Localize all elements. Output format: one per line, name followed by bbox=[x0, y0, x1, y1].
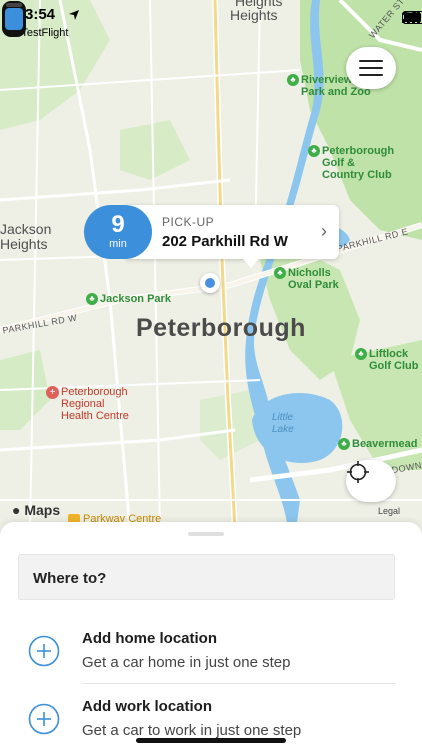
map-view[interactable]: Heights Heights Jackson Heights ♣ Rivervi… bbox=[0, 0, 422, 530]
park-icon: ♣ bbox=[338, 438, 350, 451]
pickup-card[interactable]: PICK-UP 202 Parkhill Rd W › bbox=[124, 205, 339, 268]
add-home-location-row[interactable]: Add home location Get a car home in just… bbox=[0, 620, 422, 684]
sheet-grabber[interactable] bbox=[188, 532, 224, 536]
park-icon: ♣ bbox=[355, 348, 367, 361]
map-poi-beavermead[interactable]: ♣ Beavermead bbox=[338, 438, 418, 451]
add-home-title: Add home location bbox=[82, 630, 217, 647]
battery-icon bbox=[402, 11, 422, 24]
map-poi-nicholls[interactable]: ♣ Nicholls Oval Park bbox=[274, 267, 339, 291]
map-poi-nicholls-label: Nicholls Oval Park bbox=[288, 267, 339, 291]
map-poi-beavermead-label: Beavermead bbox=[352, 438, 418, 450]
add-circle-icon bbox=[28, 703, 60, 735]
chevron-right-icon: › bbox=[321, 221, 327, 241]
map-poi-jackson-park[interactable]: ♣ Jackson Park bbox=[86, 293, 171, 306]
add-circle-icon bbox=[28, 635, 60, 667]
status-time: 3:54 bbox=[25, 6, 56, 23]
pickup-address: 202 Parkhill Rd W bbox=[162, 233, 288, 250]
park-icon: ♣ bbox=[86, 293, 98, 306]
where-to-label: Where to? bbox=[33, 570, 107, 587]
map-label-little-lake: Little Lake bbox=[272, 412, 294, 435]
hamburger-icon-line bbox=[359, 74, 383, 76]
add-work-subtitle: Get a car to work in just one step bbox=[82, 722, 302, 739]
callout-tail bbox=[243, 259, 259, 268]
map-poi-liftlock-label: Liftlock Golf Club bbox=[369, 348, 419, 372]
map-poi-jackson-park-label: Jackson Park bbox=[100, 293, 171, 305]
recenter-button[interactable] bbox=[346, 460, 396, 502]
user-location-marker bbox=[200, 273, 220, 293]
destination-sheet: Where to? Add home location Get a car ho… bbox=[0, 522, 422, 750]
crosshair-icon bbox=[347, 461, 369, 483]
where-to-input[interactable]: Where to? bbox=[18, 554, 395, 600]
add-home-subtitle: Get a car home in just one step bbox=[82, 654, 291, 671]
map-poi-liftlock[interactable]: ♣ Liftlock Golf Club bbox=[355, 348, 419, 372]
map-poi-golf-club[interactable]: ♣ Peterborough Golf & Country Club bbox=[308, 145, 394, 181]
park-icon: ♣ bbox=[274, 267, 286, 280]
hamburger-icon bbox=[359, 60, 383, 62]
park-icon: ♣ bbox=[308, 145, 320, 158]
hamburger-icon-line bbox=[359, 67, 383, 69]
maps-logo-text: Maps bbox=[24, 502, 61, 518]
park-icon: ♣ bbox=[287, 74, 299, 87]
home-indicator[interactable] bbox=[136, 738, 286, 743]
map-label-city: Peterborough bbox=[136, 314, 306, 342]
apple-maps-logo: ● Maps bbox=[12, 502, 60, 518]
eta-badge: 9 min bbox=[84, 205, 152, 259]
apple-icon: ● bbox=[12, 502, 21, 518]
eta-unit: min bbox=[109, 238, 127, 250]
car-icon bbox=[2, 1, 26, 37]
location-arrow-icon bbox=[69, 10, 79, 20]
legal-link[interactable]: Legal bbox=[378, 506, 400, 516]
menu-button[interactable] bbox=[346, 47, 396, 89]
map-poi-golf-club-label: Peterborough Golf & Country Club bbox=[322, 145, 395, 181]
map-label-jackson-heights: Jackson Heights bbox=[0, 221, 52, 252]
map-poi-health-centre[interactable]: + Peterborough Regional Health Centre bbox=[46, 386, 129, 422]
map-poi-health-centre-label: Peterborough Regional Health Centre bbox=[61, 386, 129, 422]
add-work-title: Add work location bbox=[82, 698, 213, 715]
pickup-callout[interactable]: PICK-UP 202 Parkhill Rd W › 9 min bbox=[84, 205, 339, 268]
hospital-icon: + bbox=[46, 386, 59, 399]
divider bbox=[82, 683, 396, 684]
status-bar: 3:54 ◂ TestFlight bbox=[0, 0, 422, 40]
pickup-label: PICK-UP bbox=[162, 215, 215, 229]
eta-value: 9 bbox=[111, 211, 125, 238]
